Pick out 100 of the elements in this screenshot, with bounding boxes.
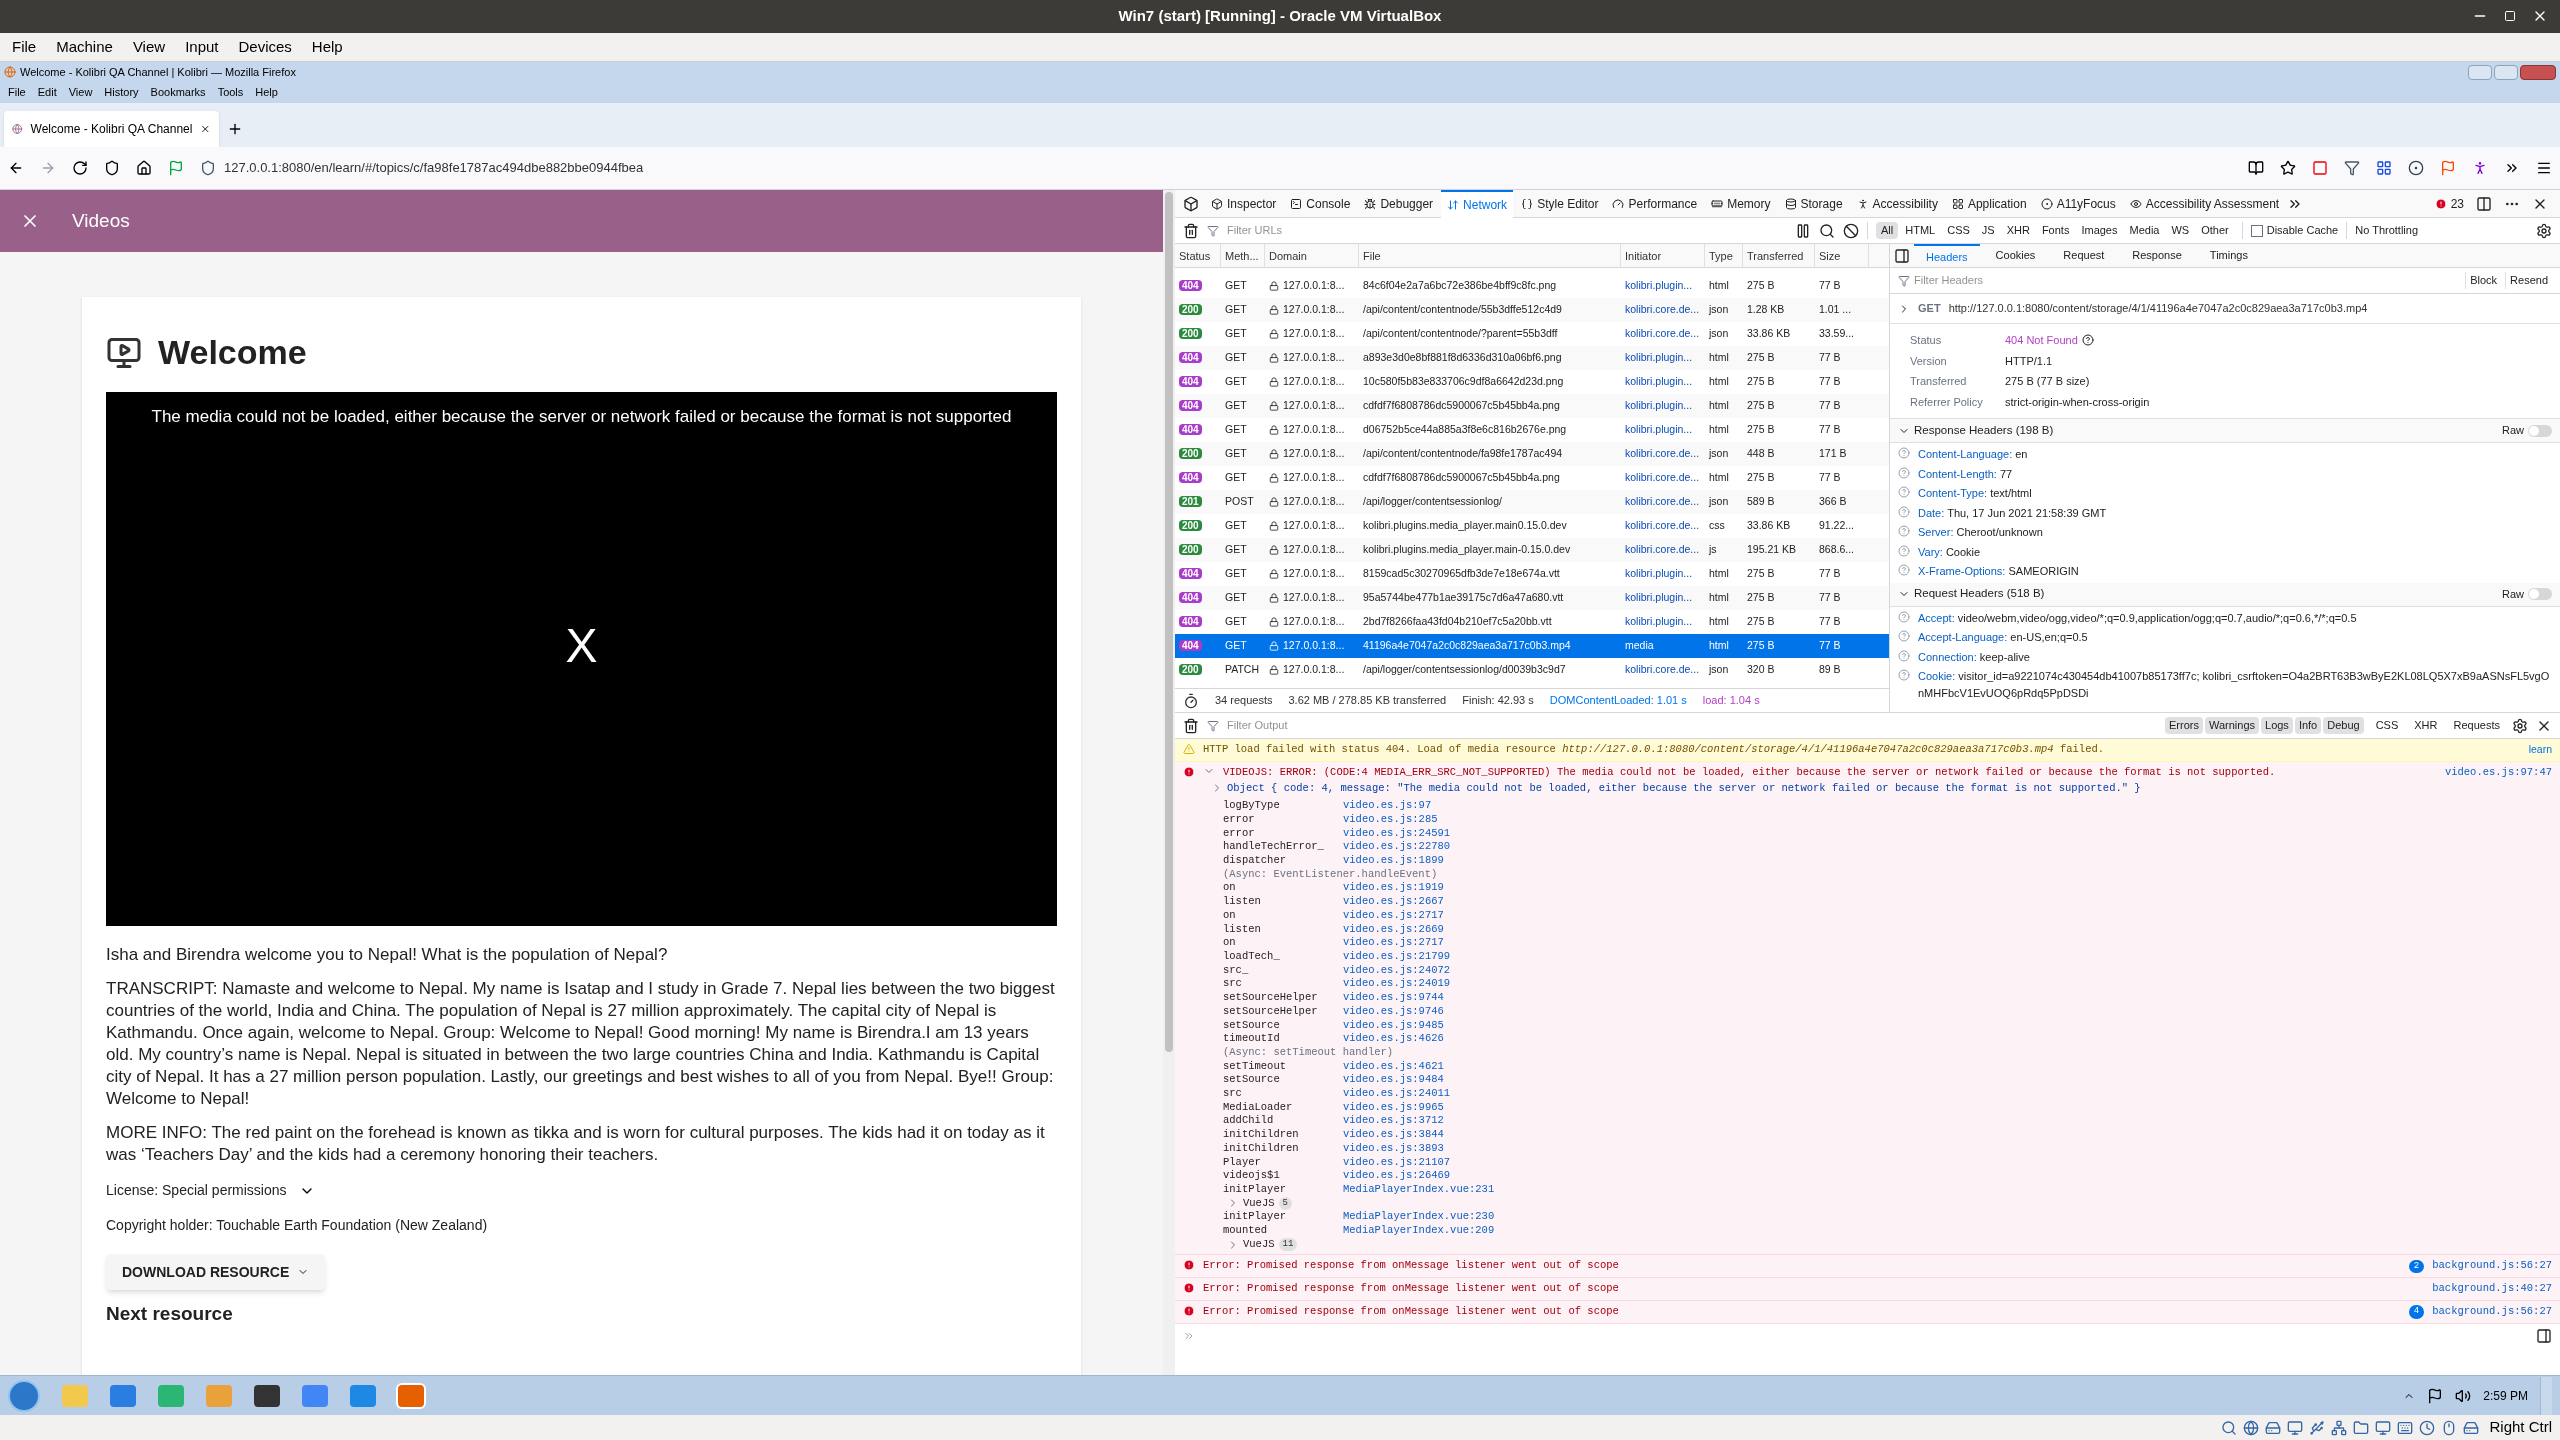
panel-toggle-icon[interactable] [1894, 247, 1910, 264]
learn-more-link[interactable]: learn [2528, 742, 2552, 758]
pause-button[interactable] [1795, 222, 1811, 239]
menu-item[interactable]: File [8, 84, 26, 101]
menu-item[interactable]: File [12, 35, 37, 59]
clock-icon[interactable] [2419, 1419, 2436, 1436]
details-tab[interactable]: Cookies [1983, 243, 2048, 268]
settings-icon[interactable] [2536, 222, 2552, 239]
type-filter[interactable]: JS [1976, 222, 2000, 239]
type-filter[interactable]: HTML [1900, 222, 1941, 239]
type-filter[interactable]: All [1876, 222, 1899, 239]
block-button[interactable]: Block [2465, 272, 2502, 289]
menu-item[interactable]: Input [185, 35, 219, 59]
stack-location[interactable]: video.es.js:285 [1343, 812, 1438, 827]
type-filter[interactable]: Other [2196, 222, 2234, 239]
stack-location[interactable]: video.es.js:21799 [1343, 950, 1451, 964]
drive-icon[interactable] [2265, 1419, 2282, 1436]
menu-item[interactable]: History [104, 84, 139, 101]
stack-location[interactable]: video.es.js:2717 [1343, 936, 1444, 950]
settings-icon[interactable] [2512, 717, 2528, 734]
new-tab-button[interactable] [227, 121, 243, 137]
stack-location[interactable]: video.es.js:4621 [1343, 1059, 1444, 1074]
extension-icon[interactable] [2376, 160, 2392, 176]
type-filter[interactable]: Fonts [2036, 222, 2075, 239]
menu-item[interactable]: Help [311, 35, 343, 59]
extension-icon[interactable] [2472, 160, 2488, 176]
menu-item[interactable]: Bookmarks [150, 84, 206, 101]
error-count[interactable]: 23 [2450, 194, 2464, 213]
request-row[interactable]: 404 GET 127.0.0.1:8... 95a5744be477b1ae39175c7d6a47a680.vtt kolibri.plugin... html 275 B 77 B [1175, 586, 1889, 610]
sidebar-toggle-icon[interactable] [2536, 1327, 2552, 1344]
resend-button[interactable]: Resend [2505, 272, 2552, 289]
stack-location[interactable]: video.es.js:1919 [1343, 881, 1444, 896]
shield-icon[interactable] [200, 160, 216, 176]
stack-location[interactable]: video.es.js:21107 [1343, 1155, 1451, 1170]
devtools-tab[interactable]: Style Editor [1515, 189, 1605, 218]
stack-location[interactable]: video.es.js:9965 [1343, 1100, 1444, 1115]
stack-location[interactable]: video.es.js:22780 [1343, 840, 1451, 855]
close-button[interactable] [2520, 64, 2556, 80]
stack-location[interactable]: video.es.js:24072 [1343, 963, 1451, 978]
help-icon[interactable] [2081, 334, 2094, 347]
devtools-tab[interactable]: A11yFocus [2034, 189, 2122, 218]
filter-output-field[interactable]: Filter Output [1227, 717, 2157, 734]
display-icon[interactable] [2375, 1419, 2392, 1436]
browser-tab[interactable]: Welcome - Kolibri QA Channel [4, 111, 219, 147]
clear-console-button[interactable] [1183, 717, 1199, 734]
display-icon[interactable] [2287, 1419, 2304, 1436]
log-level-toggle[interactable]: Debug [2323, 717, 2364, 734]
menu-item[interactable]: Help [255, 84, 278, 101]
details-tab[interactable]: Request [2051, 243, 2117, 268]
devtools-tab[interactable]: Application [1945, 189, 2033, 218]
type-filter[interactable]: XHR [2001, 222, 2035, 239]
source-link[interactable]: background.js:56:27 [2432, 1258, 2552, 1275]
column-header[interactable]: Status [1175, 244, 1221, 267]
devtools-tab[interactable]: Network [1441, 189, 1514, 218]
globe-icon[interactable] [2243, 1419, 2260, 1436]
raw-toggle[interactable] [2528, 588, 2552, 600]
block-icon[interactable] [1843, 222, 1859, 239]
checkbox[interactable] [2250, 224, 2263, 237]
request-row[interactable]: 200 GET 127.0.0.1:8... kolibri.plugins.media_player.main-0.15.0.dev kolibri.core.de... js 195.21 KB 868.6... [1175, 538, 1889, 562]
bookmark-star-icon[interactable] [2280, 160, 2296, 176]
request-row[interactable]: 404 GET 127.0.0.1:8... 41196a4e7047a2c0c829aea3a717c0b3.mp4 media html 275 B 77 B [1175, 634, 1889, 658]
stack-location[interactable]: video.es.js:2669 [1343, 922, 1444, 937]
details-tab[interactable]: Response [2120, 243, 2194, 268]
stack-location[interactable]: video.es.js:3844 [1343, 1128, 1444, 1142]
menu-item[interactable]: Tools [217, 84, 244, 101]
stack-location[interactable]: video.es.js:9485 [1343, 1018, 1444, 1033]
stack-location[interactable]: video.es.js:2717 [1343, 908, 1444, 923]
stack-location[interactable]: video.es.js:4626 [1343, 1032, 1444, 1046]
clock[interactable]: 2:59 PM [2483, 1386, 2528, 1405]
request-row[interactable]: 404 GET 127.0.0.1:8... a893e3d0e8bf881f8d6336d310a06bf6.png kolibri.plugin... html 275 B 77 B [1175, 346, 1889, 370]
stack-location[interactable]: video.es.js:9484 [1343, 1073, 1444, 1087]
filter-toggle[interactable]: CSS [2371, 717, 2403, 734]
type-filter[interactable]: CSS [1942, 222, 1975, 239]
type-filter[interactable]: Media [2124, 222, 2165, 239]
devtools-tab[interactable]: Inspector [1205, 189, 1283, 218]
details-tab[interactable]: Timings [2197, 243, 2260, 268]
column-header[interactable]: Meth... [1221, 244, 1265, 267]
menu-item[interactable]: View [132, 35, 166, 59]
filter-toggle[interactable]: XHR [2410, 717, 2442, 734]
source-link[interactable]: video.es.js:97:47 [2444, 764, 2552, 781]
source-link[interactable]: background.js:40:27 [2432, 1281, 2552, 1297]
usb-icon[interactable] [2309, 1419, 2326, 1436]
close-tab-icon[interactable] [200, 123, 211, 135]
stack-location[interactable]: MediaPlayerIndex.vue:209 [1343, 1224, 1495, 1238]
dock-icon[interactable] [2476, 195, 2492, 212]
filter-headers-field[interactable]: Filter Headers [1914, 272, 2462, 289]
stack-location[interactable]: video.es.js:97 [1343, 799, 1432, 813]
menu-item[interactable]: View [68, 84, 93, 101]
stack-location[interactable]: video.es.js:3712 [1343, 1114, 1444, 1129]
source-link[interactable]: background.js:56:27 [2432, 1303, 2552, 1320]
request-row[interactable]: 201 POST 127.0.0.1:8... /api/logger/contentsessionlog/ kolibri.core.de... json 589 B 366 B [1175, 490, 1889, 514]
stack-location[interactable]: video.es.js:24011 [1343, 1087, 1451, 1101]
devtools-tab[interactable]: Debugger [1358, 189, 1440, 218]
search-icon[interactable] [1819, 222, 1835, 239]
download-button[interactable]: DOWNLOAD RESOURCE [106, 1254, 326, 1290]
stack-location[interactable]: video.es.js:24019 [1343, 977, 1451, 992]
folder-icon[interactable] [2353, 1419, 2370, 1436]
filter-toggle[interactable]: Requests [2449, 717, 2504, 734]
details-tab[interactable]: Headers [1914, 243, 1980, 268]
filter-urls-field[interactable]: Filter URLs [1227, 222, 1787, 239]
